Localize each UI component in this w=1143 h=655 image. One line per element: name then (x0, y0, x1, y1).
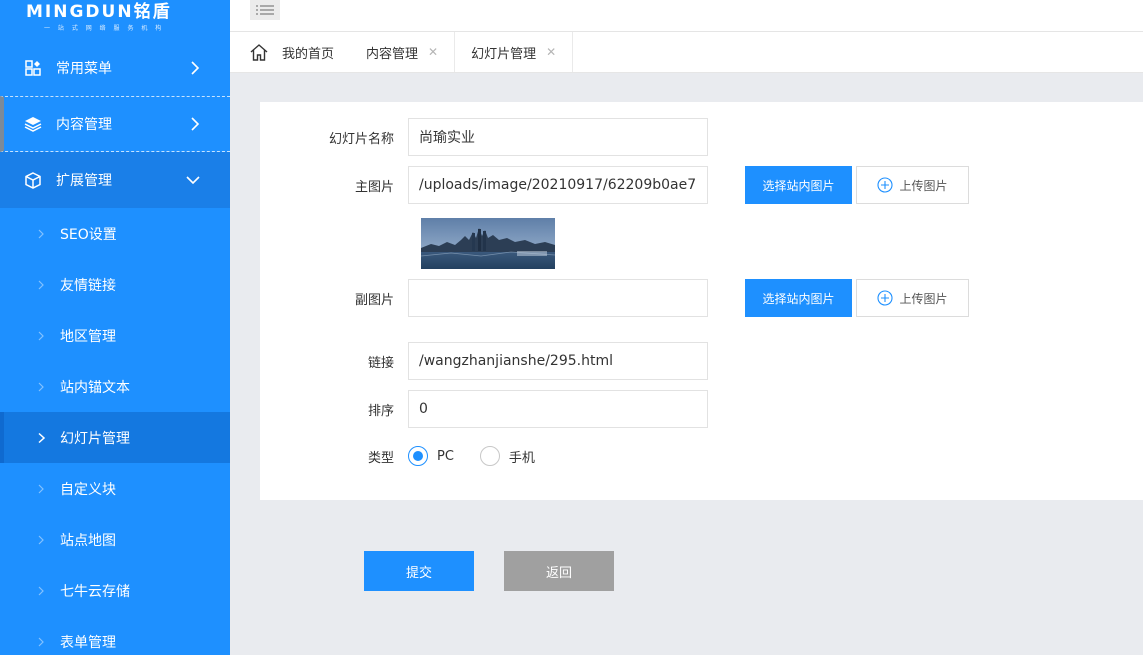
tab-home[interactable]: 我的首页 (230, 32, 350, 72)
submenu-item-custom-blocks[interactable]: 自定义块 (0, 463, 230, 514)
logo-tagline: 一 站 式 网 络 服 务 机 构 (44, 25, 165, 32)
radio-unchecked-icon (479, 446, 500, 466)
submenu-item-anchor-text[interactable]: 站内锚文本 (0, 361, 230, 412)
chevron-right-icon (38, 432, 45, 443)
submenu-item-forms[interactable]: 表单管理 (0, 616, 230, 655)
close-icon[interactable]: ✕ (546, 45, 556, 59)
chevron-down-icon (186, 175, 200, 185)
menu-content-label: 内容管理 (56, 117, 112, 133)
submenu-item-label: 站点地图 (60, 532, 116, 549)
chevron-right-icon (38, 331, 44, 341)
row-sub-image: 副图片 (260, 279, 708, 317)
radio-label: PC (437, 448, 454, 464)
radio-label: 手机 (508, 450, 535, 466)
row-type: 类型 PC 手机 (260, 446, 561, 466)
menu-common[interactable]: 常用菜单 (0, 40, 230, 96)
sub-image-input[interactable] (408, 279, 708, 317)
submenu-item-label: 七牛云存储 (60, 583, 130, 600)
chevron-right-icon (190, 61, 200, 75)
submenu-item-sitemap[interactable]: 站点地图 (0, 514, 230, 565)
main-image-upload-button[interactable]: 上传图片 (856, 166, 969, 204)
sort-label: 排序 (367, 403, 394, 419)
submenu-item-label: 站内锚文本 (60, 379, 130, 396)
extension-submenu: SEO设置 友情链接 地区管理 站内锚文本 幻灯片管理 自定义块 站点地图 七牛… (0, 208, 230, 655)
grid-icon (24, 59, 42, 77)
link-input[interactable] (408, 342, 708, 380)
chevron-right-icon (38, 484, 44, 494)
type-radio-pc[interactable]: PC (408, 446, 454, 466)
slide-name-input[interactable] (408, 118, 708, 156)
tab-label: 我的首页 (282, 46, 335, 62)
chevron-right-icon (190, 117, 200, 131)
back-button[interactable]: 返回 (504, 551, 614, 591)
type-label: 类型 (367, 450, 394, 466)
menu-extension-label: 扩展管理 (56, 173, 112, 189)
plus-circle-icon (877, 290, 894, 306)
submenu-item-slides[interactable]: 幻灯片管理 (0, 412, 230, 463)
sub-image-pick-button[interactable]: 选择站内图片 (745, 279, 852, 317)
close-icon[interactable]: ✕ (428, 45, 438, 59)
submenu-item-label: 地区管理 (60, 328, 116, 345)
sort-input[interactable] (408, 390, 708, 428)
tab-bar: 我的首页 内容管理 ✕ 幻灯片管理 ✕ (230, 32, 1143, 73)
submit-button[interactable]: 提交 (364, 551, 474, 591)
slide-name-label: 幻灯片名称 (328, 131, 394, 147)
logo-text: MINGDUN铭盾 (26, 2, 172, 22)
tab-label: 内容管理 (366, 46, 419, 62)
main-image-label: 主图片 (354, 179, 394, 195)
submenu-item-label: 表单管理 (60, 634, 116, 651)
menu-common-label: 常用菜单 (56, 61, 112, 77)
upload-label: 上传图片 (899, 291, 948, 306)
submenu-item-friend-links[interactable]: 友情链接 (0, 259, 230, 310)
tab-content-management[interactable]: 内容管理 ✕ (350, 32, 456, 72)
chevron-right-icon (38, 586, 44, 596)
menu-extension[interactable]: 扩展管理 (0, 152, 230, 208)
sub-image-label: 副图片 (354, 292, 394, 308)
logo: MINGDUN铭盾 一 站 式 网 络 服 务 机 构 (0, 0, 230, 40)
plus-circle-icon (877, 177, 894, 193)
chevron-right-icon (38, 637, 44, 647)
upload-label: 上传图片 (899, 178, 948, 193)
submenu-item-label: 幻灯片管理 (60, 430, 130, 447)
sidebar: MINGDUN铭盾 一 站 式 网 络 服 务 机 构 常用菜单 内容管理 扩展… (0, 0, 230, 655)
submenu-item-label: 自定义块 (60, 481, 116, 498)
row-sort: 排序 (260, 390, 708, 428)
chevron-right-icon (38, 229, 44, 239)
menu-toggle-button[interactable] (250, 0, 280, 20)
link-label: 链接 (367, 355, 394, 371)
chevron-right-icon (38, 280, 44, 290)
hamburger-icon (256, 5, 274, 15)
cube-icon (24, 171, 42, 189)
type-radio-group: PC 手机 (408, 446, 561, 466)
tab-label: 幻灯片管理 (471, 46, 537, 62)
main-image-pick-button[interactable]: 选择站内图片 (745, 166, 852, 204)
row-slide-name: 幻灯片名称 (260, 118, 708, 156)
submenu-item-regions[interactable]: 地区管理 (0, 310, 230, 361)
top-bar (230, 0, 1143, 32)
chevron-right-icon (38, 535, 44, 545)
tab-slides-management[interactable]: 幻灯片管理 ✕ (455, 32, 574, 72)
chevron-right-icon (38, 382, 44, 392)
main-image-input[interactable] (408, 166, 708, 204)
row-main-image: 主图片 (260, 166, 708, 204)
row-link: 链接 (260, 342, 708, 380)
submenu-item-seo[interactable]: SEO设置 (0, 208, 230, 259)
radio-checked-icon (408, 446, 428, 466)
home-icon (250, 43, 268, 61)
submenu-item-qiniu-storage[interactable]: 七牛云存储 (0, 565, 230, 616)
layers-icon (24, 115, 42, 133)
type-radio-mobile[interactable]: 手机 (479, 446, 535, 466)
submenu-item-label: 友情链接 (60, 277, 116, 294)
form-panel: 幻灯片名称 主图片 选择站内图片 上传图片 (260, 102, 1143, 500)
menu-content[interactable]: 内容管理 (0, 96, 230, 152)
main-image-preview (421, 218, 555, 269)
sub-image-upload-button[interactable]: 上传图片 (856, 279, 969, 317)
submenu-item-label: SEO设置 (60, 226, 117, 243)
